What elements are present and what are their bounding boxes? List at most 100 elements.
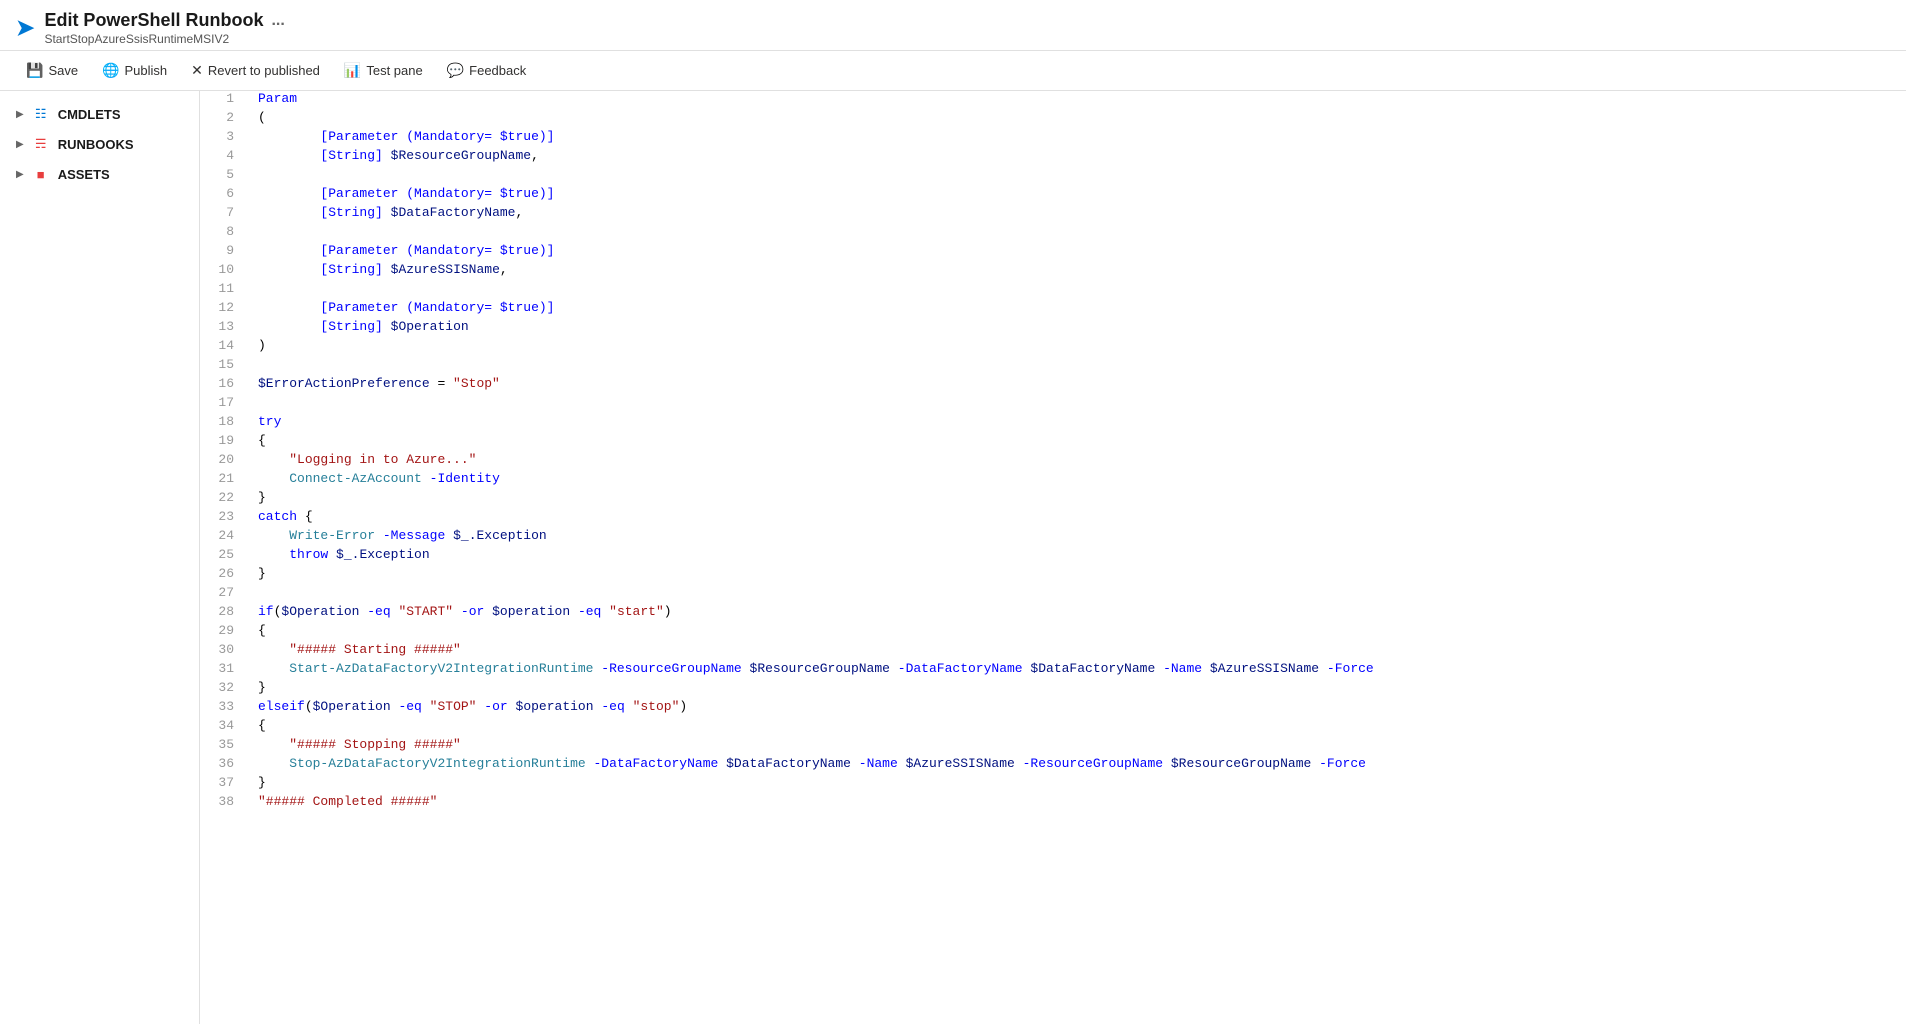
sidebar: ▶ ☷ CMDLETS ▶ ☴ RUNBOOKS ▶ ■ ASSETS [0, 91, 200, 1024]
line-code: } [250, 775, 1906, 794]
line-number: 5 [200, 167, 250, 186]
table-row: 28if($Operation -eq "START" -or $operati… [200, 604, 1906, 623]
line-code: "##### Stopping #####" [250, 737, 1906, 756]
table-row: 7 [String] $DataFactoryName, [200, 205, 1906, 224]
line-code: try [250, 414, 1906, 433]
table-row: 17 [200, 395, 1906, 414]
publish-button[interactable]: 🌐 Publish [92, 57, 177, 84]
line-code: [String] $Operation [250, 319, 1906, 338]
line-number: 7 [200, 205, 250, 224]
table-row: 37} [200, 775, 1906, 794]
line-number: 10 [200, 262, 250, 281]
line-number: 6 [200, 186, 250, 205]
save-button[interactable]: 💾 Save [16, 57, 88, 84]
table-row: 1Param [200, 91, 1906, 110]
sidebar-item-runbooks[interactable]: ▶ ☴ RUNBOOKS [0, 129, 199, 159]
line-code: Write-Error -Message $_.Exception [250, 528, 1906, 547]
table-row: 29{ [200, 623, 1906, 642]
line-code: "Logging in to Azure..." [250, 452, 1906, 471]
table-row: 32} [200, 680, 1906, 699]
line-code [250, 395, 1906, 414]
line-code: [String] $ResourceGroupName, [250, 148, 1906, 167]
line-code: if($Operation -eq "START" -or $operation… [250, 604, 1906, 623]
line-code: ( [250, 110, 1906, 129]
testpane-icon: 📊 [344, 62, 361, 79]
revert-button[interactable]: ✕ Revert to published [181, 57, 330, 84]
feedback-label: Feedback [469, 63, 526, 78]
line-number: 26 [200, 566, 250, 585]
save-icon: 💾 [26, 62, 43, 79]
table-row: 3 [Parameter (Mandatory= $true)] [200, 129, 1906, 148]
publish-label: Publish [125, 63, 168, 78]
table-row: 31 Start-AzDataFactoryV2IntegrationRunti… [200, 661, 1906, 680]
sidebar-item-cmdlets[interactable]: ▶ ☷ CMDLETS [0, 99, 199, 129]
testpane-label: Test pane [366, 63, 422, 78]
line-number: 32 [200, 680, 250, 699]
revert-icon: ✕ [191, 62, 203, 79]
line-number: 38 [200, 794, 250, 813]
table-row: 4 [String] $ResourceGroupName, [200, 148, 1906, 167]
page-subtitle: StartStopAzureSsisRuntimeMSIV2 [44, 32, 284, 46]
line-number: 22 [200, 490, 250, 509]
line-code [250, 167, 1906, 186]
line-number: 28 [200, 604, 250, 623]
table-row: 15 [200, 357, 1906, 376]
table-row: 8 [200, 224, 1906, 243]
table-row: 34{ [200, 718, 1906, 737]
line-number: 24 [200, 528, 250, 547]
line-number: 23 [200, 509, 250, 528]
line-code: [String] $DataFactoryName, [250, 205, 1906, 224]
sidebar-item-label-assets: ASSETS [58, 167, 110, 182]
table-row: 14) [200, 338, 1906, 357]
assets-icon: ■ [32, 166, 50, 182]
line-number: 34 [200, 718, 250, 737]
table-row: 33elseif($Operation -eq "STOP" -or $oper… [200, 699, 1906, 718]
more-options-button[interactable]: ... [271, 12, 284, 30]
header: ➤ Edit PowerShell Runbook ... StartStopA… [0, 0, 1906, 51]
line-number: 8 [200, 224, 250, 243]
sidebar-item-assets[interactable]: ▶ ■ ASSETS [0, 159, 199, 189]
line-number: 9 [200, 243, 250, 262]
line-number: 15 [200, 357, 250, 376]
feedback-button[interactable]: 💬 Feedback [437, 57, 537, 84]
line-code: Stop-AzDataFactoryV2IntegrationRuntime -… [250, 756, 1906, 775]
line-number: 30 [200, 642, 250, 661]
table-row: 36 Stop-AzDataFactoryV2IntegrationRuntim… [200, 756, 1906, 775]
table-row: 6 [Parameter (Mandatory= $true)] [200, 186, 1906, 205]
page-title: Edit PowerShell Runbook ... [44, 10, 284, 31]
line-code: [Parameter (Mandatory= $true)] [250, 243, 1906, 262]
line-number: 35 [200, 737, 250, 756]
line-code: ) [250, 338, 1906, 357]
line-number: 29 [200, 623, 250, 642]
line-code: { [250, 718, 1906, 737]
cmdlets-icon: ☷ [32, 106, 50, 122]
table-row: 10 [String] $AzureSSISName, [200, 262, 1906, 281]
header-title-block: Edit PowerShell Runbook ... StartStopAzu… [44, 10, 284, 46]
chevron-right-icon-runbooks: ▶ [16, 139, 24, 150]
code-editor[interactable]: 1Param2(3 [Parameter (Mandatory= $true)]… [200, 91, 1906, 1024]
table-row: 24 Write-Error -Message $_.Exception [200, 528, 1906, 547]
publish-icon: 🌐 [102, 62, 119, 79]
sidebar-item-label-runbooks: RUNBOOKS [58, 137, 134, 152]
line-number: 12 [200, 300, 250, 319]
line-code: "##### Starting #####" [250, 642, 1906, 661]
table-row: 19{ [200, 433, 1906, 452]
line-code: $ErrorActionPreference = "Stop" [250, 376, 1906, 395]
testpane-button[interactable]: 📊 Test pane [334, 57, 433, 84]
table-row: 2( [200, 110, 1906, 129]
table-row: 18try [200, 414, 1906, 433]
table-row: 27 [200, 585, 1906, 604]
line-code: [Parameter (Mandatory= $true)] [250, 186, 1906, 205]
line-number: 36 [200, 756, 250, 775]
table-row: 20 "Logging in to Azure..." [200, 452, 1906, 471]
runbooks-icon: ☴ [32, 136, 50, 152]
line-code: elseif($Operation -eq "STOP" -or $operat… [250, 699, 1906, 718]
line-code: Start-AzDataFactoryV2IntegrationRuntime … [250, 661, 1906, 680]
line-number: 21 [200, 471, 250, 490]
line-number: 18 [200, 414, 250, 433]
line-code: [Parameter (Mandatory= $true)] [250, 129, 1906, 148]
line-code: { [250, 433, 1906, 452]
line-code: Connect-AzAccount -Identity [250, 471, 1906, 490]
line-code [250, 585, 1906, 604]
azure-logo: ➤ [16, 15, 34, 41]
